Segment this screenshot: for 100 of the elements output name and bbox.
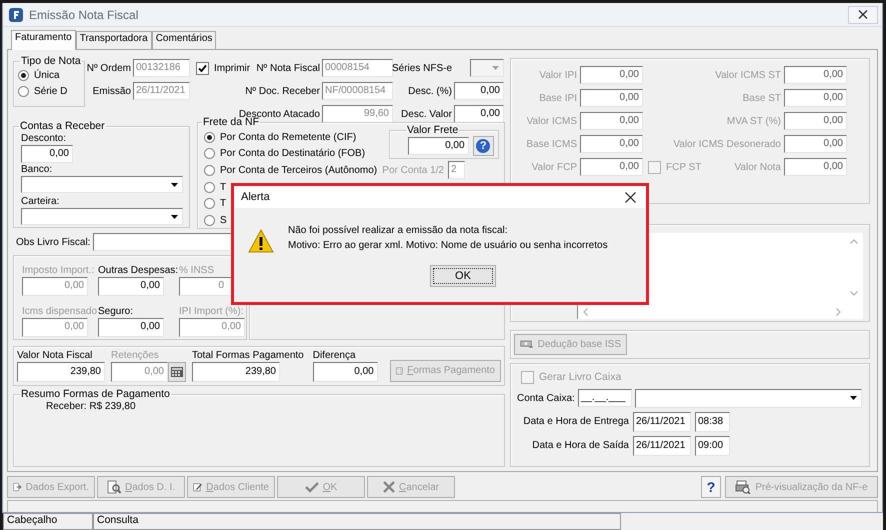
field-label: Conta Caixa:: [517, 392, 575, 404]
input-field[interactable]: 0,00: [784, 66, 847, 84]
input-field[interactable]: 0,00: [454, 105, 504, 124]
input-field[interactable]: 0,00: [580, 112, 643, 130]
input-field[interactable]: 0,00: [408, 137, 469, 156]
calculator-button[interactable]: [168, 362, 186, 382]
field-label: Outras Despesas:: [98, 265, 179, 276]
radio-label: T: [220, 182, 226, 193]
date-field[interactable]: 26/11/2021: [633, 412, 691, 432]
tab[interactable]: Transportadora: [76, 31, 152, 50]
field-label: Data e Hora de Saída: [531, 440, 629, 452]
field-label: Valor FCP: [532, 162, 577, 173]
field-label: Carteira:: [21, 194, 60, 208]
dialog-title: Alerta: [241, 191, 270, 203]
field-label: Base IPI: [539, 92, 577, 104]
radio-button[interactable]: [204, 148, 215, 160]
checkbox-label: FCP ST: [666, 162, 702, 173]
caret-icon: [850, 396, 857, 400]
field-label: Desc. Valor: [401, 108, 452, 120]
input-field[interactable]: 0,00: [580, 158, 643, 176]
input-field[interactable]: 0,00: [312, 362, 378, 382]
field-label: % INSS: [179, 265, 216, 276]
dropdown-field[interactable]: [21, 208, 183, 226]
table-cell: Consulta: [93, 513, 621, 530]
tab[interactable]: Comentários: [152, 31, 216, 50]
field-label: Base ICMS: [526, 138, 577, 150]
radio-button[interactable]: [204, 182, 215, 193]
field-label: Obs Livro Fiscal:: [16, 236, 90, 248]
scroll-down-icon[interactable]: [850, 290, 858, 296]
cross-icon: [382, 481, 395, 494]
input-field[interactable]: 0,00: [784, 135, 847, 154]
field-label: Imposto Import.:: [22, 265, 96, 276]
dropdown-field[interactable]: [635, 388, 862, 408]
field-label: Valor Nota: [734, 162, 781, 173]
field-label: Icms dispensado: [22, 306, 98, 318]
summary-text: Receber: R$ 239,80: [45, 401, 137, 412]
radio-label: S: [220, 214, 227, 226]
scroll-left-icon[interactable]: [583, 308, 588, 316]
group-title: Resumo Formas de Pagamento: [20, 388, 171, 400]
input-field[interactable]: 0,00: [98, 277, 164, 296]
checkbox[interactable]: [648, 160, 661, 174]
field-label: Diferença: [312, 350, 357, 361]
input-field[interactable]: 239,80: [17, 362, 105, 382]
close-icon[interactable]: [625, 192, 636, 202]
radio-label: T: [220, 198, 226, 210]
ok-button[interactable]: OK: [430, 265, 496, 287]
printer-icon: [735, 480, 752, 494]
field-label: MVA ST (%): [726, 116, 781, 127]
input-field[interactable]: 0,00: [784, 158, 847, 176]
group-title: Valor Frete: [406, 124, 460, 136]
field-label: Valor ICMS: [526, 116, 577, 127]
input-field[interactable]: 0,00: [784, 89, 847, 108]
caret-icon: [171, 182, 178, 186]
input-field[interactable]: __.__.___: [578, 389, 632, 408]
tab[interactable]: Faturamento: [11, 30, 76, 50]
field-label: Valor IPI: [539, 70, 577, 81]
close-icon: [858, 10, 868, 20]
app-icon: [9, 8, 23, 22]
input-field[interactable]: 0,00: [580, 66, 643, 84]
table-cell: Cabeçalho: [3, 513, 93, 530]
checkbox[interactable]: [196, 62, 209, 75]
check-icon: [304, 481, 319, 494]
radio-label: Série D: [34, 86, 68, 97]
field-label: Valor Nota Fiscal: [17, 350, 94, 361]
radio-button[interactable]: [204, 198, 215, 210]
radio-button[interactable]: [204, 164, 215, 176]
field-label: Banco:: [21, 162, 54, 176]
money-icon: [520, 338, 534, 350]
input-field[interactable]: 0,00: [580, 135, 643, 154]
scroll-up-icon[interactable]: [850, 238, 858, 244]
checkbox-label: Imprimir: [214, 62, 250, 74]
date-field[interactable]: 26/11/2021: [633, 436, 691, 456]
time-field[interactable]: 09:00: [695, 436, 730, 456]
radio-label: Por Conta de Terceiros (Autônomo): [220, 164, 378, 176]
field-label: Valor ICMS ST: [715, 70, 781, 81]
radio-button[interactable]: [204, 214, 215, 226]
input-field[interactable]: 0,00: [21, 145, 73, 162]
group-title: Contas a Receber: [19, 120, 106, 132]
dropdown-field[interactable]: [21, 176, 183, 193]
field-label: Séries NFS-e: [392, 62, 452, 74]
help-button[interactable]: ?: [472, 136, 494, 156]
help-button[interactable]: ?: [701, 476, 721, 498]
time-field[interactable]: 08:38: [695, 412, 730, 432]
field-label: IPI Import (%):: [179, 306, 244, 318]
radio-button[interactable]: [18, 86, 29, 97]
message-text: Motivo: Erro ao gerar xml. Motivo: Nome de usuário ou senha incorretos: [288, 239, 608, 253]
input-field[interactable]: 0,00: [784, 112, 847, 130]
radio-button[interactable]: [204, 132, 215, 142]
radio-label: Por Conta do Remetente (CIF): [220, 132, 356, 142]
close-button[interactable]: [848, 6, 878, 24]
window-title: Emissão Nota Fiscal: [29, 8, 138, 22]
radio-label: Por Conta do Destinatário (FOB): [220, 148, 366, 160]
input-field[interactable]: 0,00: [98, 318, 164, 338]
scroll-right-icon[interactable]: [836, 308, 841, 316]
input-field[interactable]: 0,00: [454, 82, 504, 100]
input-field[interactable]: 239,80: [192, 362, 280, 382]
input-field[interactable]: 0,00: [580, 89, 643, 108]
field-label: Retenções: [111, 350, 160, 361]
warning-icon: [248, 229, 274, 253]
radio-button[interactable]: [18, 70, 29, 81]
